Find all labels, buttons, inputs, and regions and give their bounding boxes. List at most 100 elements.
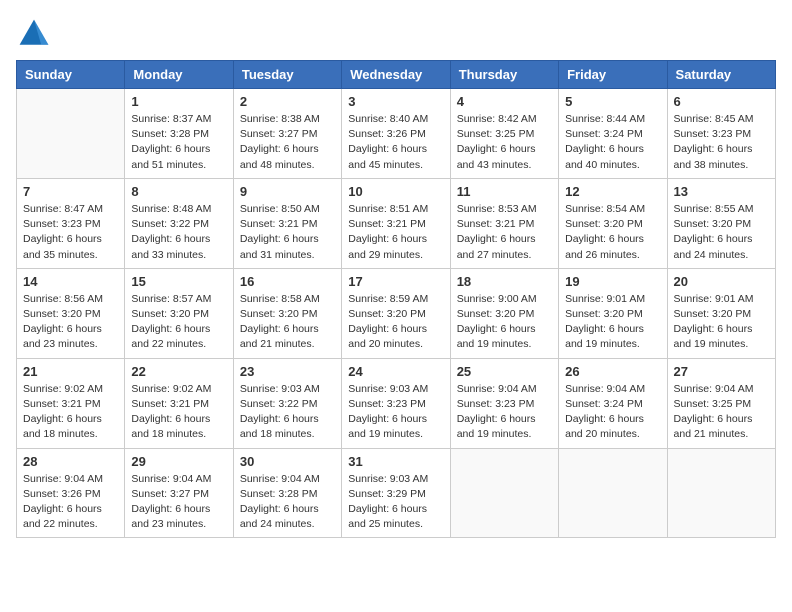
day-number: 3 xyxy=(348,94,443,109)
calendar-week-row: 14 Sunrise: 8:56 AMSunset: 3:20 PMDayligh… xyxy=(17,268,776,358)
calendar-cell xyxy=(450,448,558,538)
day-info: Sunrise: 8:51 AMSunset: 3:21 PMDaylight:… xyxy=(348,202,443,263)
day-info: Sunrise: 9:04 AMSunset: 3:23 PMDaylight:… xyxy=(457,382,552,443)
calendar-cell: 7Sunrise: 8:47 AMSunset: 3:23 PMDaylight… xyxy=(17,178,125,268)
calendar-cell: 5Sunrise: 8:44 AMSunset: 3:24 PMDaylight… xyxy=(559,89,667,179)
day-info: Sunrise: 8:57 AMSunset: 3:20 PMDaylight:… xyxy=(131,292,226,353)
day-info: Sunrise: 9:04 AMSunset: 3:27 PMDaylight:… xyxy=(131,472,226,533)
calendar-cell: 16 Sunrise: 8:58 AMSunset: 3:20 PMDayligh… xyxy=(233,268,341,358)
calendar-cell: 18Sunrise: 9:00 AMSunset: 3:20 PMDayligh… xyxy=(450,268,558,358)
day-number: 8 xyxy=(131,184,226,199)
logo-icon xyxy=(16,16,52,52)
calendar-week-row: 21Sunrise: 9:02 AMSunset: 3:21 PMDayligh… xyxy=(17,358,776,448)
day-number: 11 xyxy=(457,184,552,199)
day-number: 6 xyxy=(674,94,769,109)
day-number: 22 xyxy=(131,364,226,379)
day-info: Sunrise: 8:40 AMSunset: 3:26 PMDaylight:… xyxy=(348,112,443,173)
calendar-cell: 30 Sunrise: 9:04 AMSunset: 3:28 PMDayligh… xyxy=(233,448,341,538)
day-number: 19 xyxy=(565,274,660,289)
calendar-cell: 19 Sunrise: 9:01 AMSunset: 3:20 PMDayligh… xyxy=(559,268,667,358)
logo xyxy=(16,16,56,52)
day-number: 1 xyxy=(131,94,226,109)
calendar-cell: 14 Sunrise: 8:56 AMSunset: 3:20 PMDayligh… xyxy=(17,268,125,358)
calendar-cell: 31 Sunrise: 9:03 AMSunset: 3:29 PMDayligh… xyxy=(342,448,450,538)
calendar-cell: 15 Sunrise: 8:57 AMSunset: 3:20 PMDayligh… xyxy=(125,268,233,358)
day-info: Sunrise: 9:03 AMSunset: 3:22 PMDaylight:… xyxy=(240,382,335,443)
day-info: Sunrise: 8:54 AMSunset: 3:20 PMDaylight:… xyxy=(565,202,660,263)
calendar-header-wednesday: Wednesday xyxy=(342,61,450,89)
calendar-cell: 10 Sunrise: 8:51 AMSunset: 3:21 PMDayligh… xyxy=(342,178,450,268)
day-info: Sunrise: 9:03 AMSunset: 3:29 PMDaylight:… xyxy=(348,472,443,533)
calendar-cell xyxy=(559,448,667,538)
calendar-cell: 6Sunrise: 8:45 AMSunset: 3:23 PMDaylight… xyxy=(667,89,775,179)
day-number: 14 xyxy=(23,274,118,289)
day-info: Sunrise: 9:01 AMSunset: 3:20 PMDaylight:… xyxy=(674,292,769,353)
calendar-cell: 25 Sunrise: 9:04 AMSunset: 3:23 PMDayligh… xyxy=(450,358,558,448)
day-number: 26 xyxy=(565,364,660,379)
page-header xyxy=(16,16,776,52)
day-info: Sunrise: 8:53 AMSunset: 3:21 PMDaylight:… xyxy=(457,202,552,263)
day-info: Sunrise: 9:02 AMSunset: 3:21 PMDaylight:… xyxy=(131,382,226,443)
calendar-week-row: 28 Sunrise: 9:04 AMSunset: 3:26 PMDayligh… xyxy=(17,448,776,538)
day-info: Sunrise: 9:03 AMSunset: 3:23 PMDaylight:… xyxy=(348,382,443,443)
day-number: 4 xyxy=(457,94,552,109)
calendar-cell: 27Sunrise: 9:04 AMSunset: 3:25 PMDayligh… xyxy=(667,358,775,448)
calendar-cell xyxy=(17,89,125,179)
calendar-cell: 11 Sunrise: 8:53 AMSunset: 3:21 PMDayligh… xyxy=(450,178,558,268)
calendar-cell: 23 Sunrise: 9:03 AMSunset: 3:22 PMDayligh… xyxy=(233,358,341,448)
day-info: Sunrise: 8:58 AMSunset: 3:20 PMDaylight:… xyxy=(240,292,335,353)
day-info: Sunrise: 8:42 AMSunset: 3:25 PMDaylight:… xyxy=(457,112,552,173)
day-number: 28 xyxy=(23,454,118,469)
calendar-cell: 21Sunrise: 9:02 AMSunset: 3:21 PMDayligh… xyxy=(17,358,125,448)
calendar-cell: 13 Sunrise: 8:55 AMSunset: 3:20 PMDayligh… xyxy=(667,178,775,268)
calendar-cell: 24 Sunrise: 9:03 AMSunset: 3:23 PMDayligh… xyxy=(342,358,450,448)
calendar-week-row: 7Sunrise: 8:47 AMSunset: 3:23 PMDaylight… xyxy=(17,178,776,268)
calendar-header-friday: Friday xyxy=(559,61,667,89)
calendar-cell: 17Sunrise: 8:59 AMSunset: 3:20 PMDayligh… xyxy=(342,268,450,358)
day-info: Sunrise: 8:48 AMSunset: 3:22 PMDaylight:… xyxy=(131,202,226,263)
calendar-header-saturday: Saturday xyxy=(667,61,775,89)
calendar-cell: 26Sunrise: 9:04 AMSunset: 3:24 PMDayligh… xyxy=(559,358,667,448)
calendar-cell: 1 Sunrise: 8:37 AMSunset: 3:28 PMDaylight… xyxy=(125,89,233,179)
calendar-cell: 22 Sunrise: 9:02 AMSunset: 3:21 PMDayligh… xyxy=(125,358,233,448)
day-info: Sunrise: 9:04 AMSunset: 3:28 PMDaylight:… xyxy=(240,472,335,533)
day-number: 24 xyxy=(348,364,443,379)
calendar-cell: 4 Sunrise: 8:42 AMSunset: 3:25 PMDaylight… xyxy=(450,89,558,179)
day-number: 13 xyxy=(674,184,769,199)
day-number: 20 xyxy=(674,274,769,289)
calendar-cell: 29 Sunrise: 9:04 AMSunset: 3:27 PMDayligh… xyxy=(125,448,233,538)
calendar-cell xyxy=(667,448,775,538)
day-number: 29 xyxy=(131,454,226,469)
day-number: 15 xyxy=(131,274,226,289)
day-number: 25 xyxy=(457,364,552,379)
calendar-cell: 20 Sunrise: 9:01 AMSunset: 3:20 PMDayligh… xyxy=(667,268,775,358)
calendar-cell: 12Sunrise: 8:54 AMSunset: 3:20 PMDayligh… xyxy=(559,178,667,268)
day-info: Sunrise: 8:55 AMSunset: 3:20 PMDaylight:… xyxy=(674,202,769,263)
calendar-cell: 3 Sunrise: 8:40 AMSunset: 3:26 PMDaylight… xyxy=(342,89,450,179)
day-number: 23 xyxy=(240,364,335,379)
day-info: Sunrise: 8:47 AMSunset: 3:23 PMDaylight:… xyxy=(23,202,118,263)
calendar-header-row: SundayMondayTuesdayWednesdayThursdayFrid… xyxy=(17,61,776,89)
day-info: Sunrise: 8:56 AMSunset: 3:20 PMDaylight:… xyxy=(23,292,118,353)
day-number: 30 xyxy=(240,454,335,469)
day-number: 10 xyxy=(348,184,443,199)
day-info: Sunrise: 8:38 AMSunset: 3:27 PMDaylight:… xyxy=(240,112,335,173)
day-info: Sunrise: 8:44 AMSunset: 3:24 PMDaylight:… xyxy=(565,112,660,173)
day-number: 18 xyxy=(457,274,552,289)
calendar-cell: 9 Sunrise: 8:50 AMSunset: 3:21 PMDaylight… xyxy=(233,178,341,268)
calendar-cell: 28 Sunrise: 9:04 AMSunset: 3:26 PMDayligh… xyxy=(17,448,125,538)
day-info: Sunrise: 9:04 AMSunset: 3:26 PMDaylight:… xyxy=(23,472,118,533)
calendar-header-monday: Monday xyxy=(125,61,233,89)
day-number: 2 xyxy=(240,94,335,109)
day-info: Sunrise: 9:01 AMSunset: 3:20 PMDaylight:… xyxy=(565,292,660,353)
calendar-week-row: 1 Sunrise: 8:37 AMSunset: 3:28 PMDaylight… xyxy=(17,89,776,179)
day-number: 27 xyxy=(674,364,769,379)
calendar-header-thursday: Thursday xyxy=(450,61,558,89)
calendar-header-sunday: Sunday xyxy=(17,61,125,89)
day-number: 16 xyxy=(240,274,335,289)
day-info: Sunrise: 8:50 AMSunset: 3:21 PMDaylight:… xyxy=(240,202,335,263)
day-number: 9 xyxy=(240,184,335,199)
day-info: Sunrise: 8:37 AMSunset: 3:28 PMDaylight:… xyxy=(131,112,226,173)
day-number: 31 xyxy=(348,454,443,469)
calendar-header-tuesday: Tuesday xyxy=(233,61,341,89)
